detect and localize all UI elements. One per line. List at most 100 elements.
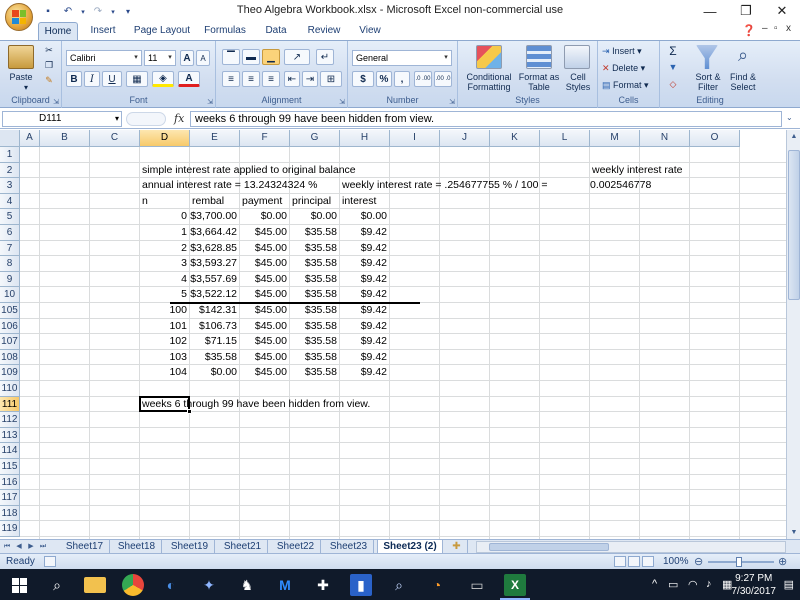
tab-data[interactable]: Data [258, 22, 294, 40]
app-icon-7[interactable]: M [274, 574, 296, 596]
table-cell-principal[interactable]: $0.00 [290, 209, 337, 224]
paste-icon[interactable] [8, 45, 34, 69]
table-cell-interest[interactable]: $9.42 [340, 319, 387, 334]
table-cell-payment[interactable]: $45.00 [240, 241, 287, 256]
conditional-formatting-button[interactable]: Conditional Formatting [460, 72, 518, 92]
table-cell-interest[interactable]: $9.42 [340, 365, 387, 380]
notification-icon[interactable]: ▤ [784, 578, 794, 591]
first-sheet-icon[interactable]: ⏮ [2, 540, 12, 554]
app-icon-6[interactable]: ♞ [236, 574, 258, 596]
orientation-icon[interactable]: ↗ [284, 49, 310, 65]
row-header-116[interactable]: 116 [0, 474, 20, 491]
align-right-icon[interactable]: ≡ [262, 71, 280, 87]
office-button[interactable] [5, 3, 33, 31]
tab-review[interactable]: Review [302, 22, 346, 40]
row-header-113[interactable]: 113 [0, 427, 20, 444]
insert-sheet-icon[interactable]: ✚ [446, 540, 468, 554]
cell-e4[interactable]: rembal [192, 194, 224, 209]
clipboard-launcher-icon[interactable]: ⇲ [53, 98, 59, 106]
table-cell-payment[interactable]: $45.00 [240, 319, 287, 334]
increase-indent-icon[interactable]: ⇥ [302, 71, 318, 87]
macro-record-icon[interactable] [44, 556, 56, 567]
sheet-tab-sheet22[interactable]: Sheet22 [271, 540, 321, 554]
decrease-decimal-button[interactable]: .00 .0 [434, 71, 452, 87]
network-icon[interactable]: ▭ [668, 578, 678, 591]
table-cell-interest[interactable]: $9.42 [340, 241, 387, 256]
help-icon[interactable]: ❓ [742, 24, 756, 37]
column-header-i[interactable]: I [390, 130, 440, 147]
row-header-3[interactable]: 3 [0, 178, 20, 194]
column-header-b[interactable]: B [40, 130, 90, 147]
paste-button[interactable]: Paste [4, 72, 38, 82]
zoom-slider-knob[interactable] [736, 557, 742, 567]
column-header-j[interactable]: J [440, 130, 490, 147]
worksheet-grid[interactable]: A B C D E F G H I J K L M N O 1 2 3 4 5 6 7 8 9 10 105 106 107 108 10… [0, 130, 800, 540]
row-header-5[interactable]: 5 [0, 209, 20, 225]
cell-styles-button[interactable]: Cell Styles [562, 72, 594, 92]
table-cell-n[interactable]: 102 [140, 334, 187, 349]
row-header-4[interactable]: 4 [0, 193, 20, 210]
prev-sheet-icon[interactable]: ◀ [14, 540, 24, 554]
table-cell-n[interactable]: 3 [140, 256, 187, 271]
cell-g4[interactable]: principal [292, 194, 331, 209]
column-header-m[interactable]: M [590, 130, 640, 147]
delete-cells-button[interactable]: ✕ Delete ▾ [602, 63, 658, 74]
table-cell-n[interactable]: 104 [140, 365, 187, 380]
insert-cells-button[interactable]: ⇥ Insert ▾ [602, 46, 658, 57]
row-header-1[interactable]: 1 [0, 147, 20, 163]
sheet-tab-sheet17[interactable]: Sheet17 [60, 540, 110, 554]
number-format-select[interactable]: General ▾ [352, 50, 452, 66]
minimize-icon[interactable]: — [692, 0, 728, 22]
table-cell-interest[interactable]: $9.42 [340, 272, 387, 287]
row-header-110[interactable]: 110 [0, 381, 20, 397]
row-header-118[interactable]: 118 [0, 505, 20, 522]
scroll-up-icon[interactable]: ▲ [787, 130, 800, 144]
table-cell-principal[interactable]: $35.58 [290, 303, 337, 318]
font-launcher-icon[interactable]: ⇲ [207, 98, 213, 106]
table-cell-n[interactable]: 1 [140, 225, 187, 240]
align-middle-icon[interactable]: ▬ [242, 49, 260, 65]
page-layout-view-icon[interactable] [628, 556, 640, 567]
align-bottom-icon[interactable]: ▁ [262, 49, 280, 65]
table-cell-interest[interactable]: $9.42 [340, 350, 387, 365]
table-cell-interest[interactable]: $9.42 [340, 225, 387, 240]
horizontal-scrollbar[interactable] [476, 541, 786, 553]
cell-m2[interactable]: weekly interest rate [592, 163, 682, 178]
excel-taskbar-icon[interactable]: X [504, 574, 526, 596]
column-header-c[interactable]: C [90, 130, 140, 147]
table-cell-principal[interactable]: $35.58 [290, 287, 337, 302]
table-cell-principal[interactable]: $35.58 [290, 365, 337, 380]
column-header-n[interactable]: N [640, 130, 690, 147]
column-header-f[interactable]: F [240, 130, 290, 147]
vertical-scrollbar[interactable]: ▲ ▼ [786, 130, 800, 540]
zoom-slider[interactable] [708, 557, 774, 567]
table-cell-rembal[interactable]: $3,522.12 [190, 287, 237, 302]
table-cell-rembal[interactable]: $3,700.00 [190, 209, 237, 224]
row-header-2[interactable]: 2 [0, 162, 20, 179]
row-header-7[interactable]: 7 [0, 240, 20, 257]
number-format-dropdown-icon[interactable]: ▾ [441, 51, 451, 65]
table-cell-payment[interactable]: $45.00 [240, 365, 287, 380]
app-icon-9[interactable]: ▮ [350, 574, 372, 596]
autosum-icon[interactable]: Σ [666, 44, 680, 58]
zoom-in-icon[interactable]: ⊕ [778, 555, 787, 568]
alignment-launcher-icon[interactable]: ⇲ [339, 98, 345, 106]
merge-center-icon[interactable]: ⊞ [320, 71, 342, 87]
row-header-10[interactable]: 10 [0, 287, 20, 303]
row-header-107[interactable]: 107 [0, 334, 20, 350]
fill-handle[interactable] [187, 409, 192, 415]
app-icon-5[interactable]: ✦ [198, 574, 220, 596]
table-cell-rembal[interactable]: $71.15 [190, 334, 237, 349]
table-cell-rembal[interactable]: $106.73 [190, 319, 237, 334]
table-cell-rembal[interactable]: $0.00 [190, 365, 237, 380]
table-cell-principal[interactable]: $35.58 [290, 334, 337, 349]
next-sheet-icon[interactable]: ▶ [26, 540, 36, 554]
table-cell-principal[interactable]: $35.58 [290, 272, 337, 287]
active-cell-selection[interactable] [139, 395, 190, 413]
tab-insert[interactable]: Insert [84, 22, 122, 40]
magnifier-icon[interactable]: ⌕ [388, 574, 410, 596]
row-header-9[interactable]: 9 [0, 271, 20, 288]
align-center-icon[interactable]: ≡ [242, 71, 260, 87]
table-cell-principal[interactable]: $35.58 [290, 350, 337, 365]
row-header-112[interactable]: 112 [0, 412, 20, 428]
